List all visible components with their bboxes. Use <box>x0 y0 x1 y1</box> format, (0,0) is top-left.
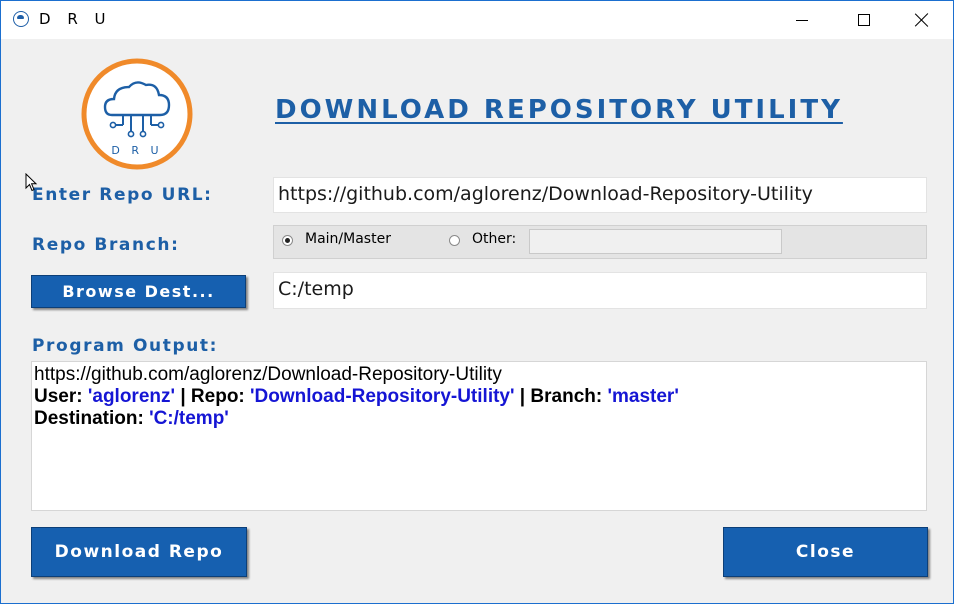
output-user-label: User: <box>34 386 83 407</box>
maximize-button[interactable] <box>835 1 893 39</box>
other-branch-input[interactable] <box>529 229 782 254</box>
logo-text: D R U <box>111 144 162 157</box>
program-output-text[interactable]: https://github.com/aglorenz/Download-Rep… <box>31 361 927 511</box>
output-user-value: 'aglorenz' <box>87 386 176 407</box>
other-branch-radio-label[interactable]: Other: <box>472 231 516 247</box>
output-destination-label: Destination: <box>34 408 144 429</box>
repo-branch-label: Repo Branch: <box>32 235 180 255</box>
output-branch-value: 'master' <box>607 386 679 407</box>
output-separator: | <box>180 386 186 407</box>
app-window: D R U D R U DOWNLOAD REPOSITORY UTILITY … <box>0 0 954 604</box>
download-repo-button[interactable]: Download Repo <box>31 527 247 577</box>
other-branch-radio[interactable] <box>449 235 460 246</box>
main-master-radio-label[interactable]: Main/Master <box>305 231 391 247</box>
program-output-label: Program Output: <box>32 336 219 356</box>
main-panel: D R U DOWNLOAD REPOSITORY UTILITY Enter … <box>1 39 953 603</box>
browse-destination-button[interactable]: Browse Dest... <box>31 275 246 308</box>
output-repo-label: Repo: <box>190 386 245 407</box>
title-bar[interactable]: D R U <box>1 1 953 39</box>
output-separator: | <box>519 386 526 407</box>
repo-url-label: Enter Repo URL: <box>32 185 213 205</box>
output-destination-line: Destination: 'C:/temp' <box>34 408 924 430</box>
window-title: D R U <box>39 10 112 28</box>
output-repo-value: 'Download-Repository-Utility' <box>250 386 515 407</box>
close-window-button[interactable] <box>893 1 951 39</box>
minimize-icon <box>796 19 808 21</box>
main-master-radio[interactable] <box>282 235 293 246</box>
close-icon <box>915 13 929 27</box>
maximize-icon <box>858 14 870 26</box>
dru-logo: D R U <box>81 58 193 170</box>
app-icon <box>13 11 29 27</box>
branch-selector: Main/Master Other: <box>273 225 927 259</box>
mouse-cursor-icon <box>25 173 38 192</box>
destination-input[interactable]: C:/temp <box>273 272 927 309</box>
output-branch-label: Branch: <box>530 386 603 407</box>
output-destination-value: 'C:/temp' <box>149 408 229 429</box>
output-details-line: User: 'aglorenz' | Repo: 'Download-Repos… <box>34 386 924 408</box>
close-button[interactable]: Close <box>723 527 928 577</box>
page-title: DOWNLOAD REPOSITORY UTILITY <box>275 95 843 125</box>
repo-url-input[interactable]: https://github.com/aglorenz/Download-Rep… <box>273 177 927 213</box>
minimize-button[interactable] <box>773 1 831 39</box>
output-url-line: https://github.com/aglorenz/Download-Rep… <box>34 364 502 385</box>
